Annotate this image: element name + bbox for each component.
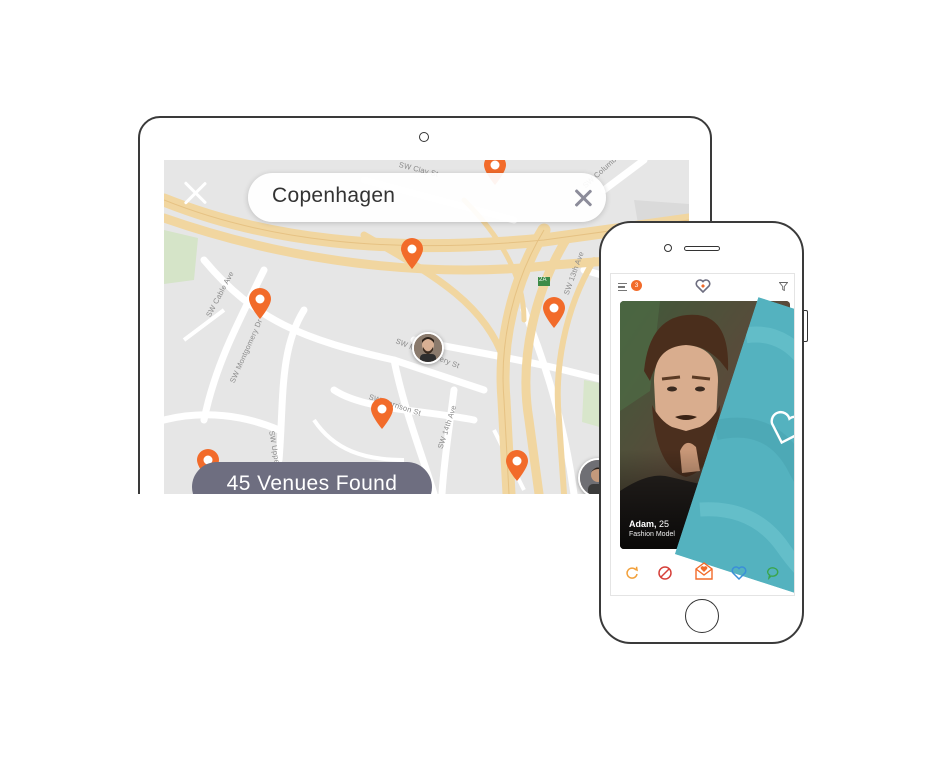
profile-name-line: Adam, 25 — [629, 519, 669, 529]
venue-pin[interactable] — [400, 238, 424, 270]
filter-icon[interactable] — [779, 282, 788, 291]
phone-speaker — [684, 246, 720, 251]
heart-icon[interactable] — [730, 564, 748, 582]
user-avatar-pin[interactable] — [412, 332, 444, 364]
action-bar — [611, 558, 794, 588]
phone-camera — [664, 244, 672, 252]
venue-pin[interactable] — [370, 398, 394, 430]
clear-search-icon[interactable] — [574, 189, 592, 207]
notification-badge: 3 — [631, 280, 642, 291]
profile-name: Adam, — [629, 519, 657, 529]
venue-pin[interactable] — [505, 450, 529, 482]
profile-occupation: Fashion Model — [629, 531, 675, 538]
phone-screen: 3 Adam, 25 Fashion Model — [610, 273, 795, 596]
tablet-cutoff-mask — [130, 494, 610, 770]
profile-age: 25 — [659, 519, 670, 529]
search-query[interactable]: Copenhagen — [272, 184, 395, 208]
phone-side-button — [804, 310, 808, 342]
venues-found-button[interactable]: 45 Venues Found — [192, 462, 432, 494]
close-map-button[interactable] — [182, 180, 208, 206]
refresh-icon[interactable] — [623, 564, 641, 582]
exit-label: 2A — [539, 277, 547, 283]
block-icon[interactable] — [656, 564, 674, 582]
tablet-camera — [419, 132, 429, 142]
menu-icon[interactable] — [618, 283, 627, 291]
location-search-bar[interactable]: Copenhagen — [248, 173, 606, 222]
envelope-heart-icon[interactable] — [693, 560, 715, 582]
venue-pin[interactable] — [542, 297, 566, 329]
chat-icon[interactable] — [765, 564, 783, 582]
app-logo-icon — [695, 279, 711, 293]
home-button[interactable] — [685, 599, 719, 633]
venue-pin[interactable] — [248, 288, 272, 320]
